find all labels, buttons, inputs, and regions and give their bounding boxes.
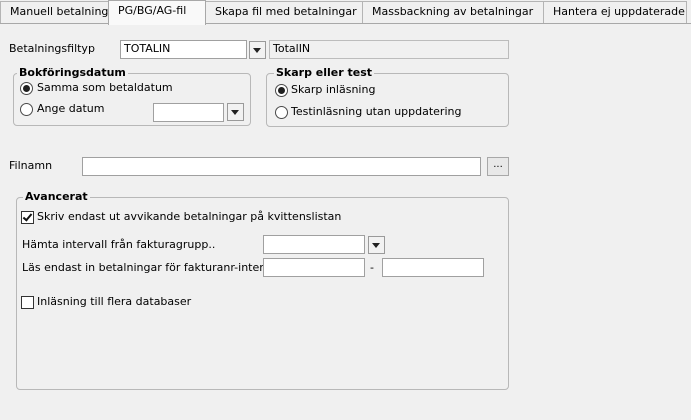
- tab-bar: Manuell betalning PG/BG/AG-fil Skapa fil…: [0, 0, 691, 25]
- filnamn-label: Filnamn: [9, 159, 53, 172]
- interval-group-dropdown-button[interactable]: [368, 236, 385, 254]
- invoice-range-label: Läs endast in betalningar för fakturanr-…: [22, 261, 284, 274]
- date-picker-button[interactable]: [227, 103, 244, 121]
- invoice-from-input[interactable]: [263, 258, 365, 277]
- only-deviating-checkbox[interactable]: [21, 211, 34, 224]
- tab-label: Hantera ej uppdaterade: [553, 5, 685, 18]
- tab-label: Skapa fil med betalningar: [215, 5, 357, 18]
- multi-db-checkbox[interactable]: [21, 296, 34, 309]
- tab-pg-bg-ag-fil[interactable]: PG/BG/AG-fil: [108, 0, 206, 25]
- bokforingsdatum-date-input[interactable]: [153, 103, 224, 122]
- radio-samma-som-betaldatum[interactable]: [20, 82, 33, 95]
- range-separator: -: [370, 261, 374, 274]
- filnamn-input[interactable]: [82, 157, 481, 176]
- chevron-down-icon: [253, 48, 261, 53]
- radio-testinlasning-label: Testinläsning utan uppdatering: [291, 105, 462, 118]
- betalningsfiltyp-select[interactable]: TOTALIN: [120, 40, 247, 59]
- radio-ange-datum-label: Ange datum: [37, 102, 105, 115]
- interval-group-label: Hämta intervall från fakturagrupp..: [22, 238, 216, 251]
- browse-button[interactable]: ...: [487, 157, 509, 176]
- tab-label: PG/BG/AG-fil: [118, 4, 187, 17]
- betalningsfiltyp-dropdown-button[interactable]: [249, 41, 266, 59]
- bokforingsdatum-title: Bokföringsdatum: [17, 66, 128, 79]
- chevron-down-icon: [231, 110, 239, 115]
- invoice-to-input[interactable]: [382, 258, 484, 277]
- radio-ange-datum[interactable]: [20, 103, 33, 116]
- tab-hantera-ej-uppdaterade[interactable]: Hantera ej uppdaterade: [543, 1, 687, 23]
- multi-db-label: Inläsning till flera databaser: [37, 295, 192, 308]
- tab-label: Massbackning av betalningar: [372, 5, 534, 18]
- skarp-eller-test-group: [266, 73, 509, 127]
- radio-skarp-inlasning-label: Skarp inläsning: [291, 83, 376, 96]
- radio-samma-som-betaldatum-label: Samma som betaldatum: [37, 81, 173, 94]
- radio-skarp-inlasning[interactable]: [275, 84, 288, 97]
- betalningsfiltyp-description: TotalIN: [269, 40, 509, 59]
- tab-label: Manuell betalning: [10, 5, 109, 18]
- skarp-eller-test-title: Skarp eller test: [274, 66, 375, 79]
- only-deviating-label: Skriv endast ut avvikande betalningar på…: [37, 210, 342, 223]
- avancerat-title: Avancerat: [23, 190, 90, 203]
- tab-massbackning[interactable]: Massbackning av betalningar: [362, 1, 544, 23]
- tab-manuell-betalning[interactable]: Manuell betalning: [0, 1, 109, 23]
- chevron-down-icon: [372, 243, 380, 248]
- interval-group-select[interactable]: [263, 235, 365, 254]
- radio-testinlasning[interactable]: [275, 106, 288, 119]
- betalningsfiltyp-label: Betalningsfiltyp: [9, 42, 95, 55]
- tab-skapa-fil[interactable]: Skapa fil med betalningar: [205, 1, 363, 23]
- avancerat-group: [16, 197, 509, 390]
